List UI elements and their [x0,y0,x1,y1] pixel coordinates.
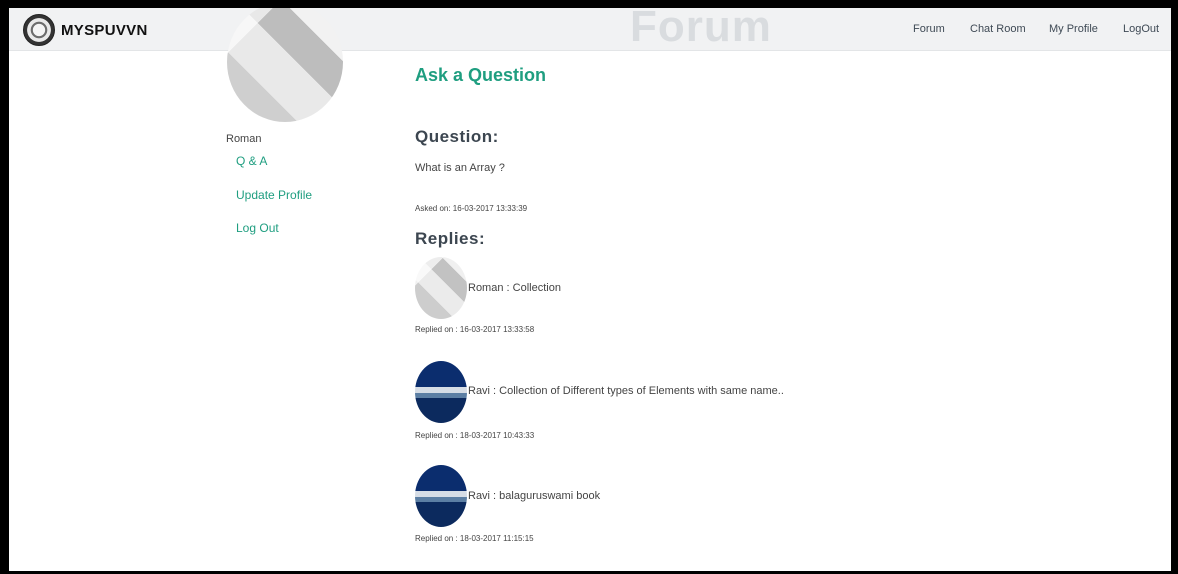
question-text: What is an Array ? [415,162,505,174]
sidebar-username: Roman [226,133,262,145]
asked-on-timestamp: Asked on: 16-03-2017 13:33:39 [415,204,528,213]
app-frame: MYSPUVVN Forum Forum Chat Room My Profil… [9,8,1171,571]
reply-text: Ravi : balaguruswami book [468,490,601,502]
reply-text: Ravi : Collection of Different types of … [468,385,784,397]
reply-avatar [415,257,467,319]
reply-date: Replied on : 16-03-2017 13:33:58 [415,325,535,334]
reply-date: Replied on : 18-03-2017 11:15:15 [415,534,534,543]
sidebar-item-log-out[interactable]: Log Out [236,221,279,235]
sidebar-item-qa[interactable]: Q & A [236,154,267,168]
page-watermark: Forum [630,8,772,51]
brand-name: MYSPUVVN [61,21,148,39]
replies-heading: Replies: [415,229,486,248]
reply-avatar [415,465,467,527]
top-navbar: MYSPUVVN Forum Forum Chat Room My Profil… [9,8,1171,51]
reply-avatar [415,361,467,423]
reply-date: Replied on : 18-03-2017 10:43:33 [415,431,535,440]
profile-avatar [227,8,343,122]
nav-my-profile-link[interactable]: My Profile [1049,23,1098,35]
nav-logout-link[interactable]: LogOut [1123,23,1159,35]
nav-forum-link[interactable]: Forum [913,23,945,35]
sidebar-item-update-profile[interactable]: Update Profile [236,188,312,202]
brand[interactable]: MYSPUVVN [23,13,148,47]
logo-icon [23,14,55,46]
question-heading: Question: [415,127,499,146]
nav-chat-room-link[interactable]: Chat Room [970,23,1026,35]
reply-text: Roman : Collection [468,282,561,294]
page-title: Ask a Question [415,65,547,85]
